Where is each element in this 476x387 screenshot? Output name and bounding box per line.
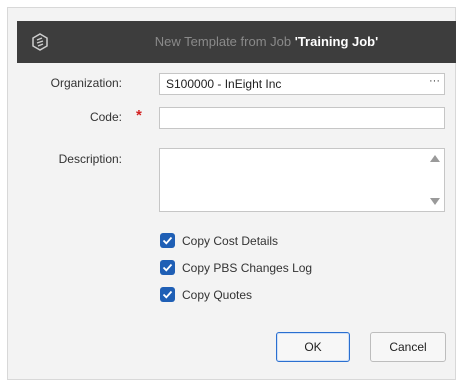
dialog-title-prefix: New Template from Job <box>154 34 292 49</box>
checkmark-icon <box>162 236 173 245</box>
cancel-button[interactable]: Cancel <box>370 332 446 362</box>
code-input[interactable] <box>159 107 445 129</box>
dialog-title-job: 'Training Job' <box>294 34 379 49</box>
checkmark-icon <box>162 263 173 272</box>
organization-label: Organization: <box>50 76 122 90</box>
ok-button[interactable]: OK <box>276 332 350 362</box>
scroll-down-arrow-icon[interactable] <box>430 198 440 205</box>
dialog-title: New Template from Job 'Training Job' <box>17 34 456 49</box>
copy-cost-details-checkbox[interactable] <box>160 233 175 248</box>
copy-pbs-changes-log-checkbox[interactable] <box>160 260 175 275</box>
required-marker: * <box>136 107 142 124</box>
copy-pbs-changes-log-label: Copy PBS Changes Log <box>182 261 313 275</box>
dialog-titlebar: New Template from Job 'Training Job' <box>17 21 456 63</box>
scroll-up-arrow-icon[interactable] <box>430 155 440 162</box>
checkmark-icon <box>162 290 173 299</box>
description-textarea[interactable] <box>159 148 445 212</box>
copy-quotes-checkbox[interactable] <box>160 287 175 302</box>
organization-picker-button[interactable]: ··· <box>429 75 440 87</box>
code-label: Code: <box>89 110 122 124</box>
organization-field[interactable]: S100000 - InEight Inc ··· <box>159 73 445 95</box>
copy-quotes-label: Copy Quotes <box>182 288 253 302</box>
copy-cost-details-label: Copy Cost Details <box>182 234 279 248</box>
description-label: Description: <box>58 152 122 166</box>
organization-value: S100000 - InEight Inc <box>166 77 282 91</box>
